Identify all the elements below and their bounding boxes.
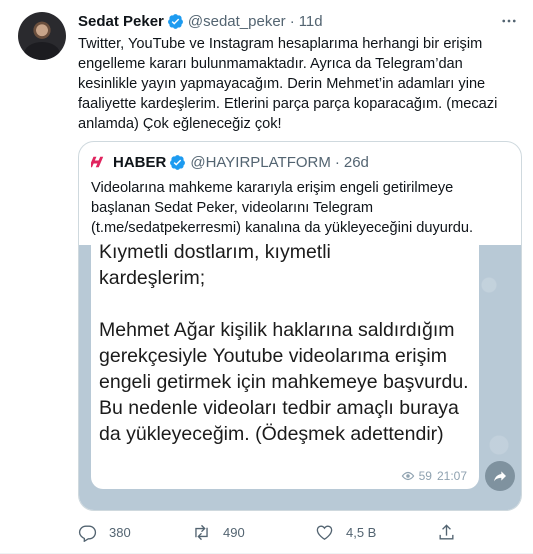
like-count: 4,5 B — [346, 525, 377, 540]
message-line: Kıymetli dostlarım, kıymetli — [99, 241, 331, 263]
eye-icon — [401, 471, 414, 481]
share-button[interactable] — [437, 523, 468, 542]
tweet-actions: 380 490 4,5 B — [78, 523, 518, 543]
tweet-timestamp[interactable]: 11d — [299, 13, 323, 30]
share-arrow-icon — [494, 471, 506, 482]
retweet-button[interactable]: 490 — [192, 523, 245, 542]
telegram-message-meta: 59 21:07 — [401, 469, 467, 483]
quote-header-separator: · — [334, 153, 340, 171]
view-count: 59 — [418, 469, 432, 483]
quote-author-handle[interactable]: @HAYIRPLATFORM — [190, 154, 331, 171]
telegram-message-text: Kıymetli dostlarım, kıymetli kardeşlerim… — [99, 239, 471, 447]
reply-button[interactable]: 380 — [78, 523, 131, 542]
quote-text: Videolarına mahkeme kararıyla erişim eng… — [91, 180, 474, 236]
quote-author-name[interactable]: HABER — [113, 154, 166, 171]
author-name[interactable]: Sedat Peker — [78, 13, 164, 30]
retweet-count: 490 — [223, 525, 245, 540]
haber-logo-icon — [91, 156, 104, 168]
like-button[interactable]: 4,5 B — [315, 523, 376, 542]
quote-timestamp[interactable]: 26d — [344, 154, 369, 171]
avatar-shoulders — [24, 42, 60, 60]
verified-badge-icon — [167, 13, 183, 29]
retweet-icon — [195, 524, 208, 541]
tweet[interactable]: Sedat Peker @sedat_peker · 11d Twitter, … — [0, 0, 533, 554]
verified-badge-icon — [170, 154, 186, 170]
author-handle[interactable]: @sedat_peker — [188, 13, 286, 30]
telegram-message-bubble: Kıymetli dostlarım, kıymetli kardeşlerim… — [91, 239, 479, 489]
tweet-content: Sedat Peker @sedat_peker · 11d Twitter, … — [78, 10, 522, 542]
like-icon — [316, 525, 333, 541]
tweet-text: Twitter, YouTube ve Instagram hesaplarım… — [78, 36, 498, 132]
header-separator: · — [289, 12, 295, 30]
share-icon — [439, 524, 454, 540]
share-arrow-button[interactable] — [485, 461, 515, 491]
quote-header: HABER @HAYIRPLATFORM · 26d — [91, 153, 369, 171]
message-line: kardeşlerim; — [99, 267, 206, 289]
reply-icon — [78, 525, 97, 542]
message-time: 21:07 — [436, 469, 467, 483]
quote-media-image[interactable]: Kıymetli dostlarım, kıymetli kardeşlerim… — [79, 239, 521, 510]
tweet-header: Sedat Peker @sedat_peker · 11d — [78, 10, 518, 32]
more-icon[interactable] — [500, 12, 518, 30]
message-body: Mehmet Ağar kişilik haklarına saldırdığı… — [99, 319, 469, 445]
avatar[interactable] — [18, 12, 66, 60]
quoted-tweet[interactable]: HABER @HAYIRPLATFORM · 26d Videolarına m… — [78, 141, 522, 511]
reply-count: 380 — [109, 525, 131, 540]
